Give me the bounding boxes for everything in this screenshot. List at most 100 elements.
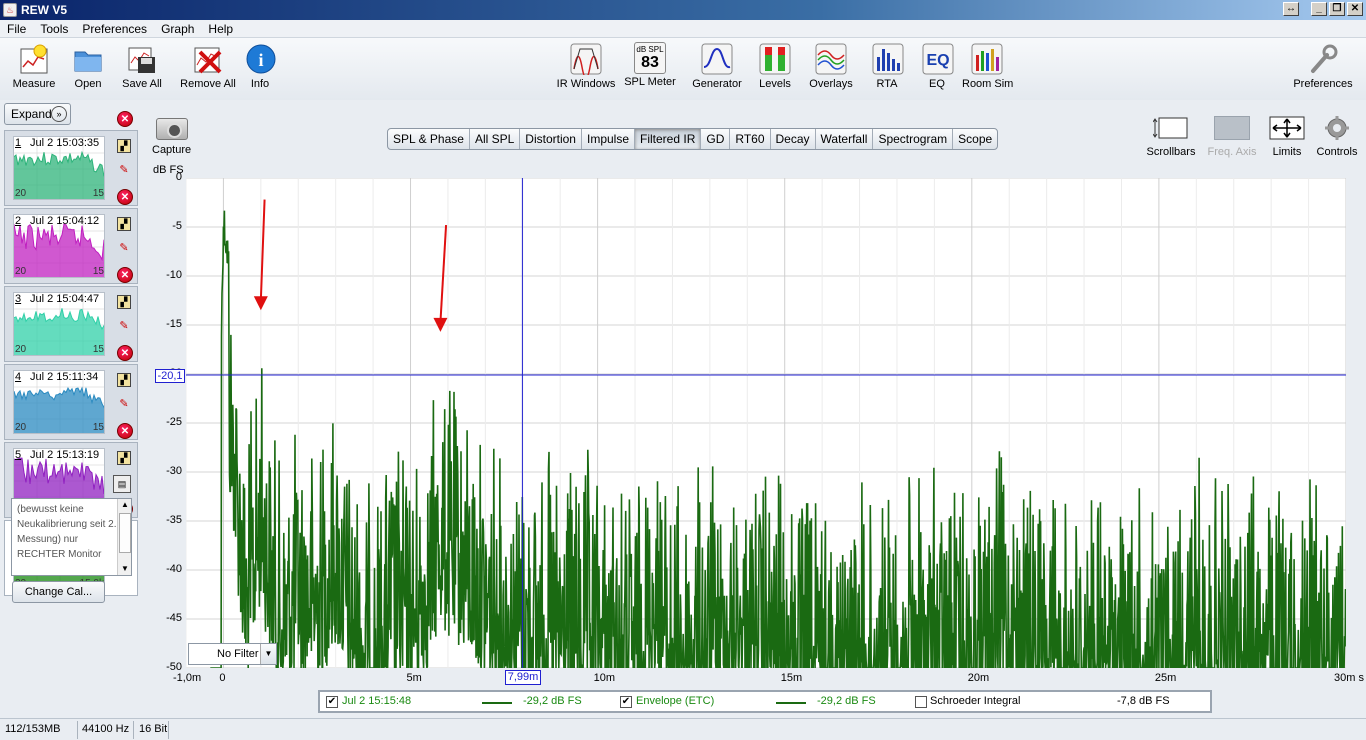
ir-windows-button[interactable]: IR Windows: [556, 42, 616, 90]
spl-meter-button[interactable]: dB SPL 83 SPL Meter: [624, 42, 676, 88]
trace-checkbox[interactable]: ✔: [326, 696, 338, 708]
x-tick-label: 0: [219, 672, 226, 684]
measurement-number: 3: [15, 293, 22, 305]
envelope-checkbox[interactable]: ✔: [620, 696, 632, 708]
tab-rt60[interactable]: RT60: [730, 129, 771, 149]
measurement-settings-icon[interactable]: ▞: [117, 217, 131, 231]
menu-bar: File Tools Preferences Graph Help: [0, 20, 1366, 38]
scrollbars-icon: [1152, 116, 1189, 140]
legend-trace-value: -29,2 dB FS: [523, 695, 582, 707]
ir-windows-icon: [569, 42, 603, 76]
x-tick-label: -1,0m: [173, 672, 202, 684]
rta-button[interactable]: RTA: [871, 42, 904, 90]
scroll-down-icon[interactable]: ▼: [118, 563, 132, 575]
eq-button[interactable]: EQ EQ: [921, 42, 954, 90]
fullscreen-button[interactable]: ↔: [1283, 2, 1299, 16]
limits-icon: [1269, 116, 1305, 140]
measurement-settings-icon[interactable]: ▞: [117, 451, 131, 465]
bit-depth: 16 Bit: [139, 723, 168, 735]
legend-schroeder-label: Schroeder Integral: [930, 695, 1021, 707]
close-icon[interactable]: ✕: [117, 345, 133, 361]
wrench-icon: [1306, 42, 1340, 76]
notes-icon[interactable]: ▤: [113, 475, 131, 493]
expand-button[interactable]: Expand »: [4, 103, 71, 125]
preferences-button[interactable]: Preferences: [1290, 42, 1356, 90]
tab-scope[interactable]: Scope: [953, 129, 997, 149]
tab-impulse[interactable]: Impulse: [582, 129, 636, 149]
remove-all-icon: [191, 42, 225, 76]
info-button[interactable]: i Info: [244, 42, 276, 90]
main-toolbar: Measure Open Save All Remove All i Info …: [0, 38, 1366, 100]
measurement-date: Jul 2 15:04:12: [30, 215, 100, 227]
room-sim-button[interactable]: Room Sim: [962, 42, 1013, 90]
measurement-settings-icon[interactable]: ▞: [117, 295, 131, 309]
menu-graph[interactable]: Graph: [154, 22, 201, 36]
x-tick-label: 15m: [780, 672, 803, 684]
sample-rate: 44100 Hz: [82, 723, 130, 735]
menu-file[interactable]: File: [0, 22, 33, 36]
minimize-button[interactable]: _: [1311, 2, 1327, 16]
tab-spectrogram[interactable]: Spectrogram: [873, 129, 954, 149]
measure-button[interactable]: Measure: [10, 42, 58, 90]
tab-distortion[interactable]: Distortion: [520, 129, 582, 149]
measurement-settings-icon[interactable]: ▞: [117, 139, 131, 153]
dropdown-arrow-icon: ▼: [260, 644, 276, 664]
save-all-button[interactable]: Save All: [120, 42, 164, 90]
maximize-button[interactable]: ❐: [1329, 2, 1345, 16]
tab-spl-phase[interactable]: SPL & Phase: [388, 129, 470, 149]
x-tick-label: 30m s: [1334, 672, 1364, 684]
y-tick-label: -10: [166, 269, 182, 281]
scrollbar-thumb[interactable]: [119, 513, 131, 553]
measurement-date: Jul 2 15:11:34: [30, 371, 99, 383]
tab-all-spl[interactable]: All SPL: [470, 129, 521, 149]
generator-icon: [700, 42, 734, 76]
tab-waterfall[interactable]: Waterfall: [816, 129, 874, 149]
thumb-min-label: 20: [15, 188, 27, 199]
levels-button[interactable]: Levels: [757, 42, 793, 90]
close-icon[interactable]: ✕: [117, 111, 133, 127]
notes-scrollbar[interactable]: ▲ ▼: [117, 499, 131, 575]
measurement-settings-icon[interactable]: ▞: [117, 373, 131, 387]
tab-gd[interactable]: GD: [701, 129, 731, 149]
measurement-number: 1: [15, 137, 22, 149]
menu-preferences[interactable]: Preferences: [75, 22, 154, 36]
scrollbars-button[interactable]: Scrollbars: [1146, 116, 1196, 158]
svg-text:EQ: EQ: [926, 52, 949, 69]
scroll-up-icon[interactable]: ▲: [118, 499, 132, 511]
svg-text:i: i: [258, 50, 263, 70]
thumb-max-label: 15: [92, 422, 104, 433]
capture-button[interactable]: Capture: [152, 118, 191, 156]
open-button[interactable]: Open: [68, 42, 108, 90]
filter-select[interactable]: No Filter ▼: [188, 643, 277, 665]
spl-meter-icon: dB SPL 83: [634, 42, 666, 74]
generator-button[interactable]: Generator: [690, 42, 744, 90]
controls-button[interactable]: Controls: [1314, 116, 1360, 158]
schroeder-checkbox[interactable]: [915, 696, 927, 708]
menu-help[interactable]: Help: [201, 22, 240, 36]
measurement-notes[interactable]: (bewusst keine Neukalibrierung seit 2. M…: [11, 498, 132, 576]
close-window-button[interactable]: ✕: [1347, 2, 1363, 16]
x-tick-label: 5m: [406, 672, 422, 684]
close-icon[interactable]: ✕: [117, 267, 133, 283]
close-icon[interactable]: ✕: [117, 189, 133, 205]
y-tick-label: -15: [166, 318, 182, 330]
change-cal-button[interactable]: Change Cal...: [12, 581, 105, 603]
limits-button[interactable]: Limits: [1268, 116, 1306, 158]
tab-decay[interactable]: Decay: [771, 129, 816, 149]
freq-axis-button[interactable]: Freq. Axis: [1206, 116, 1258, 158]
folder-icon: [71, 42, 105, 76]
menu-tools[interactable]: Tools: [33, 22, 75, 36]
thumb-max-label: 15: [92, 188, 104, 199]
overlays-button[interactable]: Overlays: [807, 42, 855, 90]
filtered-ir-plot[interactable]: [186, 178, 1346, 668]
edit-icon[interactable]: ✎: [117, 163, 131, 177]
y-tick-label: -30: [166, 465, 182, 477]
edit-icon[interactable]: ✎: [117, 397, 131, 411]
close-icon[interactable]: ✕: [117, 423, 133, 439]
edit-icon[interactable]: ✎: [117, 319, 131, 333]
edit-icon[interactable]: ✎: [117, 241, 131, 255]
remove-all-button[interactable]: Remove All: [178, 42, 238, 90]
measure-icon: [17, 42, 51, 76]
tab-filtered-ir[interactable]: Filtered IR: [635, 129, 702, 149]
thumb-max-label: 15: [92, 266, 104, 277]
